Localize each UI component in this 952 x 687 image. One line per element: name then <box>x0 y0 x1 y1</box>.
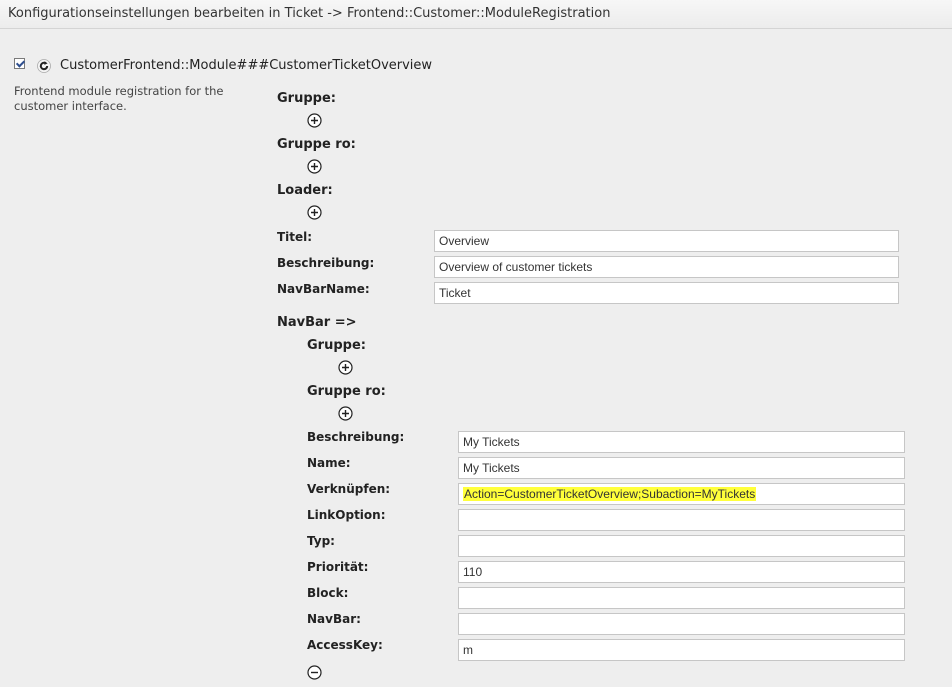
beschreibung-input[interactable]: Overview of customer tickets <box>434 256 899 278</box>
navbar-prioritaet-input[interactable]: 110 <box>458 561 905 583</box>
navbar-label-block: Block: <box>307 586 349 600</box>
navbar-name-input[interactable]: My Tickets <box>458 457 905 479</box>
navbarname-input[interactable]: Ticket <box>434 282 899 304</box>
page-header: Konfigurationseinstellungen bearbeiten i… <box>0 0 952 29</box>
navbar-label-name: Name: <box>307 456 351 470</box>
navbar-label-accesskey: AccessKey: <box>307 638 383 652</box>
navbar-block-input[interactable] <box>458 587 905 609</box>
navbar-label-gruppe: Gruppe: <box>307 338 366 353</box>
navbar-label-navbar: NavBar: <box>307 612 361 626</box>
navbar-accesskey-input[interactable]: m <box>458 639 905 661</box>
label-navbarname: NavBarName: <box>277 282 370 296</box>
label-navbar-section: NavBar => <box>277 315 357 330</box>
remove-navbar-minus-icon[interactable] <box>307 665 322 680</box>
navbar-linkoption-input[interactable] <box>458 509 905 531</box>
navbar-label-beschreibung: Beschreibung: <box>307 430 405 444</box>
label-titel: Titel: <box>277 230 313 244</box>
navbar-label-verknuepfen: Verknüpfen: <box>307 482 391 496</box>
label-gruppe-ro: Gruppe ro: <box>277 137 356 152</box>
setting-active-checkbox[interactable] <box>14 58 25 69</box>
titel-input[interactable]: Overview <box>434 230 899 252</box>
add-loader-plus-icon[interactable] <box>307 205 322 220</box>
setting-description: Frontend module registration for the cus… <box>14 84 224 113</box>
navbar-label-prioritaet: Priorität: <box>307 560 369 574</box>
navbar-add-gruppe-plus-icon[interactable] <box>338 360 353 375</box>
reset-icon[interactable] <box>37 59 51 73</box>
label-loader: Loader: <box>277 183 333 198</box>
setting-name: CustomerFrontend::Module###CustomerTicke… <box>60 58 433 73</box>
navbar-label-gruppe-ro: Gruppe ro: <box>307 384 386 399</box>
navbar-typ-input[interactable] <box>458 535 905 557</box>
label-beschreibung: Beschreibung: <box>277 256 375 270</box>
navbar-label-typ: Typ: <box>307 534 335 548</box>
label-gruppe: Gruppe: <box>277 91 336 106</box>
navbar-verknuepfen-input[interactable]: Action=CustomerTicketOverview;Subaction=… <box>458 483 905 505</box>
navbar-label-linkoption: LinkOption: <box>307 508 386 522</box>
page-title: Konfigurationseinstellungen bearbeiten i… <box>8 6 611 21</box>
add-gruppe-ro-plus-icon[interactable] <box>307 159 322 174</box>
navbar-navbar-input[interactable] <box>458 613 905 635</box>
add-gruppe-plus-icon[interactable] <box>307 113 322 128</box>
navbar-beschreibung-input[interactable]: My Tickets <box>458 431 905 453</box>
navbar-add-gruppe-ro-plus-icon[interactable] <box>338 406 353 421</box>
highlighted-link-value: Action=CustomerTicketOverview;Subaction=… <box>463 487 757 501</box>
